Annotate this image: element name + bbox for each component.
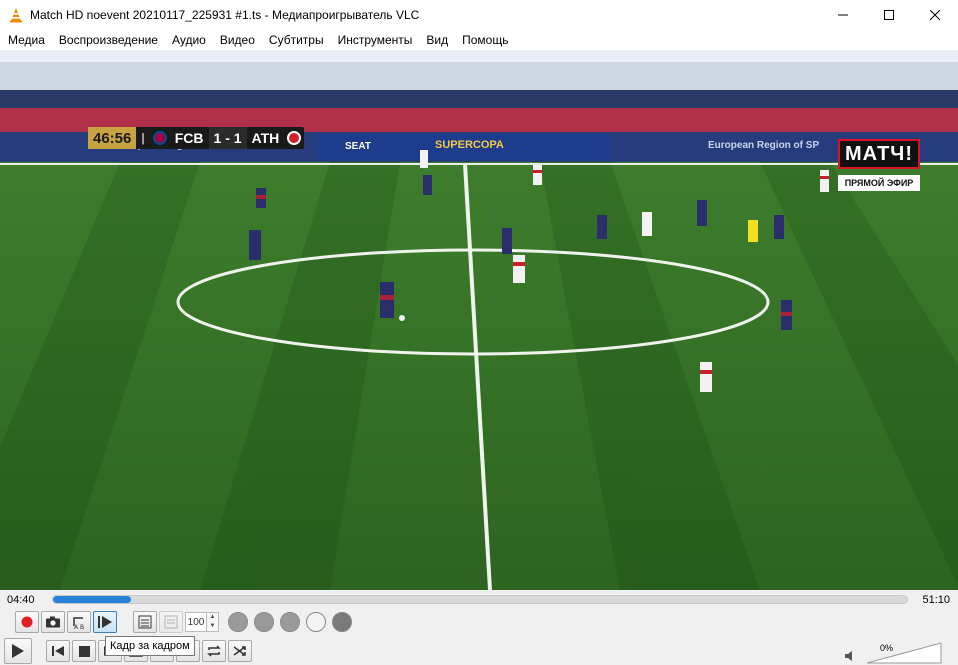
stop-button[interactable] xyxy=(72,640,96,662)
grid-list-icon xyxy=(164,615,178,629)
away-team: ATH xyxy=(251,130,280,146)
seek-row: 04:40 51:10 xyxy=(0,590,958,610)
menu-tools[interactable]: Инструменты xyxy=(331,30,420,50)
volume-percent: 0% xyxy=(880,643,894,653)
maximize-icon xyxy=(884,10,894,20)
live-label: ПРЯМОЙ ЭФИР xyxy=(838,175,920,191)
title-bar[interactable]: Match HD noevent 20210117_225931 #1.ts -… xyxy=(0,0,958,30)
ab-loop-icon: AB xyxy=(73,617,84,630)
vlc-cone-icon xyxy=(10,8,22,23)
tooltip: Кадр за кадром xyxy=(105,636,195,656)
menu-help[interactable]: Помощь xyxy=(455,30,515,50)
frame-by-frame-button[interactable] xyxy=(93,611,117,633)
seek-slider[interactable] xyxy=(52,595,908,604)
extended-settings-button[interactable] xyxy=(159,611,183,633)
menu-subtitles[interactable]: Субтитры xyxy=(262,30,331,50)
skip-back-icon xyxy=(52,646,64,656)
minimize-icon xyxy=(838,14,848,16)
ab-loop-button[interactable]: AB xyxy=(67,611,91,633)
maximize-button[interactable] xyxy=(866,0,912,30)
away-crest-icon xyxy=(287,131,302,145)
menu-video[interactable]: Видео xyxy=(213,30,262,50)
list-icon xyxy=(138,615,152,629)
scorebug: 46:56 | FCB 1 - 1 ATH xyxy=(88,127,305,149)
close-button[interactable] xyxy=(912,0,958,30)
menu-media[interactable]: Медиа xyxy=(1,30,52,50)
camera-icon xyxy=(46,616,60,628)
channel-logo: МАТЧ! xyxy=(838,139,920,169)
window-title: Match HD noevent 20210117_225931 #1.ts -… xyxy=(30,8,420,22)
advanced-controls: AB 100 ▲ ▼ xyxy=(0,610,958,634)
effect-button-1[interactable] xyxy=(228,612,248,632)
loop-button[interactable] xyxy=(202,640,226,662)
seek-progress xyxy=(53,596,131,603)
svg-text:A: A xyxy=(74,624,79,630)
scorebug-separator: | xyxy=(141,131,145,145)
playlist-toggle-button[interactable] xyxy=(133,611,157,633)
menu-audio[interactable]: Аудио xyxy=(165,30,213,50)
play-button[interactable] xyxy=(4,638,32,664)
previous-button[interactable] xyxy=(46,640,70,662)
vlc-window: Match HD noevent 20210117_225931 #1.ts -… xyxy=(0,0,958,665)
shuffle-icon xyxy=(233,646,246,656)
menu-playback[interactable]: Воспроизведение xyxy=(52,30,165,50)
svg-text:B: B xyxy=(80,624,84,630)
snapshot-button[interactable] xyxy=(41,611,65,633)
zoom-spinner[interactable]: ▲ ▼ xyxy=(207,612,219,632)
menu-view[interactable]: Вид xyxy=(419,30,455,50)
home-crest-icon xyxy=(152,131,167,145)
home-team: FCB xyxy=(174,130,204,146)
effect-button-5[interactable] xyxy=(332,612,352,632)
frame-step-icon xyxy=(98,616,112,628)
stop-icon xyxy=(78,645,90,657)
score: 1 - 1 xyxy=(208,127,247,149)
play-icon xyxy=(12,644,24,658)
loop-icon xyxy=(207,645,221,657)
effect-button-2[interactable] xyxy=(254,612,274,632)
current-time: 04:40 xyxy=(7,594,35,606)
total-time[interactable]: 51:10 xyxy=(912,594,958,606)
shuffle-button[interactable] xyxy=(228,640,252,662)
record-icon xyxy=(21,616,33,628)
match-clock: 46:56 xyxy=(88,127,137,149)
menu-bar: Медиа Воспроизведение Аудио Видео Субтит… xyxy=(0,30,958,50)
volume-slider[interactable] xyxy=(866,642,942,664)
spin-up-icon[interactable]: ▲ xyxy=(207,613,218,622)
speaker-icon[interactable] xyxy=(844,650,856,662)
spin-down-icon[interactable]: ▼ xyxy=(207,622,218,631)
effect-button-4[interactable] xyxy=(306,612,326,632)
close-icon xyxy=(930,10,940,20)
record-button[interactable] xyxy=(15,611,39,633)
zoom-value[interactable]: 100 xyxy=(185,612,207,632)
video-output[interactable]: European Region of SP SUPERCOPA 2021 SEA… xyxy=(0,50,958,590)
effect-button-3[interactable] xyxy=(280,612,300,632)
minimize-button[interactable] xyxy=(820,0,866,30)
